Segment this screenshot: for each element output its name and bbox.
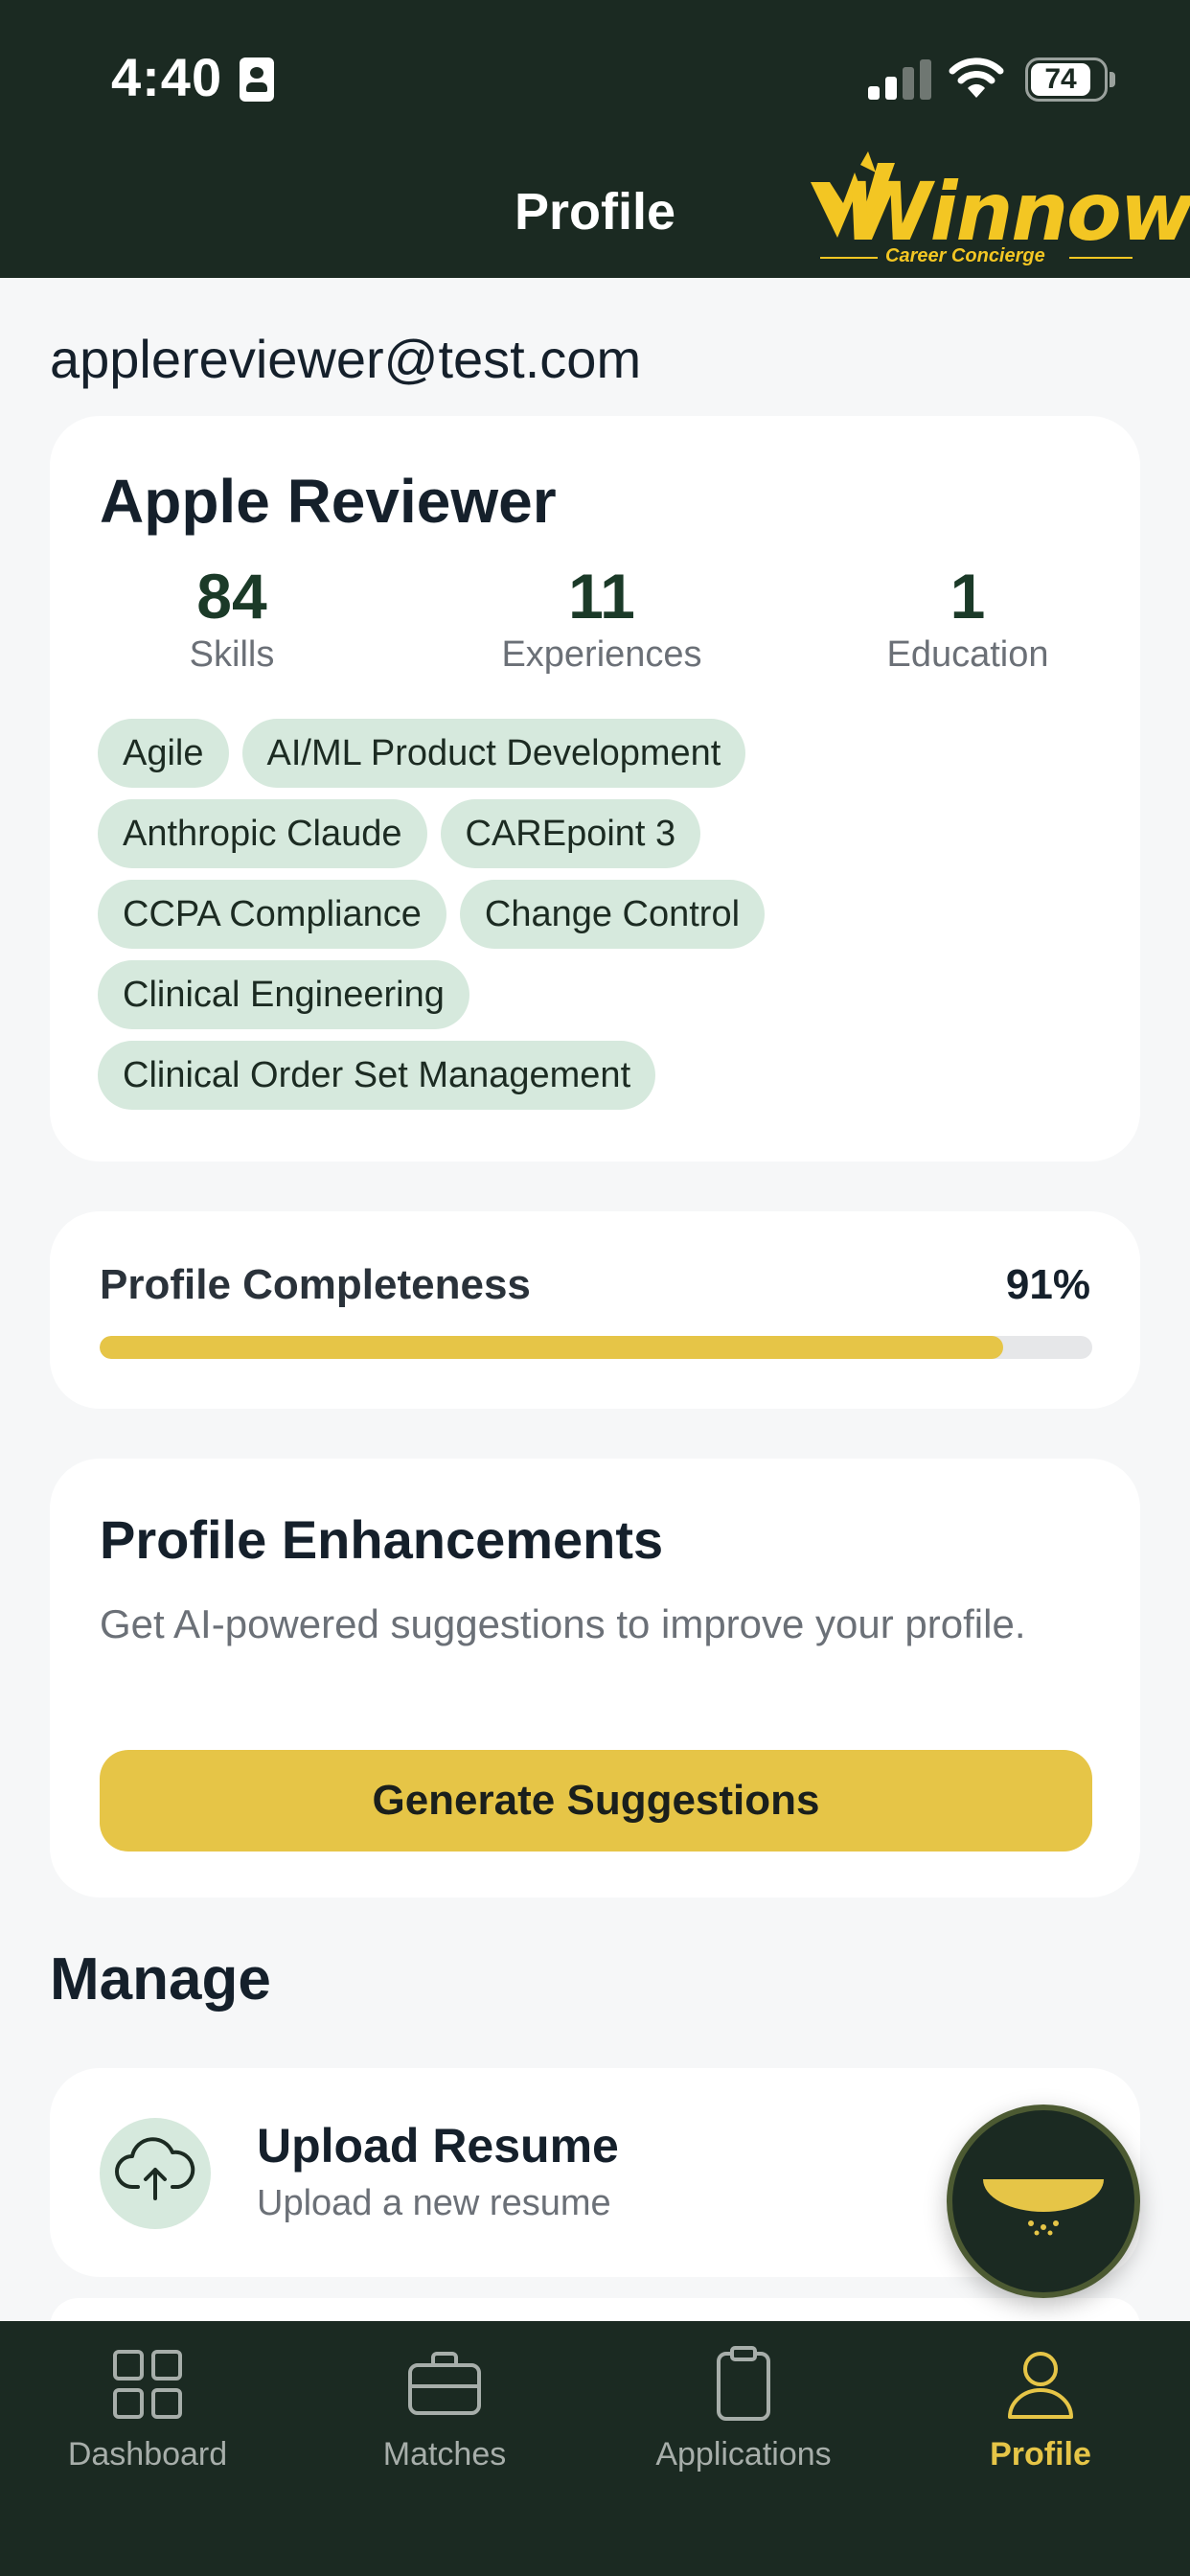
- user-email: applereviewer@test.com: [50, 329, 642, 389]
- stat-label: Experiences: [501, 634, 702, 675]
- battery-level: 74: [1044, 63, 1077, 95]
- bottom-tab-bar: Dashboard Matches Applications Profile: [0, 2321, 1190, 2576]
- skill-tag[interactable]: CAREpoint 3: [440, 799, 701, 868]
- logo-tagline: Career Concierge: [885, 245, 1045, 266]
- skill-tag[interactable]: Anthropic Claude: [98, 799, 427, 868]
- profile-summary-card: Apple Reviewer 84 Skills 11 Experiences …: [50, 416, 1140, 1162]
- profile-enhancements-card: Profile Enhancements Get AI-powered sugg…: [50, 1459, 1140, 1898]
- battery-nub: [1110, 72, 1115, 87]
- bowl-icon: [983, 2179, 1104, 2236]
- completeness-value: 91%: [1005, 1261, 1090, 1308]
- cloud-upload-icon: [100, 2118, 211, 2229]
- stat-label: Skills: [189, 634, 275, 675]
- tag-row: Clinical Order Set Management: [98, 1041, 1104, 1110]
- skill-tag[interactable]: Clinical Engineering: [98, 960, 469, 1029]
- tag-row: Anthropic Claude CAREpoint 3: [98, 799, 1104, 868]
- stat-education: 1 Education: [824, 560, 1111, 676]
- stat-value: 11: [568, 561, 635, 632]
- wifi-icon: [949, 58, 1004, 98]
- contact-card-icon: [240, 58, 274, 102]
- cellular-signal-icon: [868, 59, 931, 100]
- completeness-progress-fill: [100, 1336, 1003, 1359]
- manage-heading: Manage: [50, 1946, 271, 2012]
- upload-resume-subtitle: Upload a new resume: [257, 2183, 611, 2223]
- stat-skills: 84 Skills: [88, 560, 376, 676]
- stat-experiences: 11 Experiences: [458, 560, 745, 676]
- tab-label: Dashboard: [67, 2436, 228, 2472]
- profile-name: Apple Reviewer: [100, 467, 557, 536]
- tab-profile[interactable]: Profile: [897, 2346, 1184, 2473]
- app-root: 4:40 74 Profile Winnow Career Concierge …: [0, 0, 1190, 2576]
- enhancements-description: Get AI-powered suggestions to improve yo…: [100, 1601, 1026, 1646]
- concierge-fab-button[interactable]: [947, 2104, 1140, 2298]
- skill-tags: Agile AI/ML Product Development Anthropi…: [98, 719, 1104, 1121]
- clipboard-icon: [717, 2346, 770, 2421]
- person-icon: [1008, 2352, 1073, 2419]
- tab-matches[interactable]: Matches: [301, 2346, 588, 2473]
- grid-icon: [113, 2350, 182, 2419]
- enhancements-title: Profile Enhancements: [100, 1509, 664, 1570]
- app-logo: Winnow Career Concierge: [801, 144, 1190, 270]
- completeness-progress-bar: [100, 1336, 1092, 1359]
- skill-tag[interactable]: Clinical Order Set Management: [98, 1041, 656, 1110]
- tag-row: CCPA Compliance Change Control: [98, 880, 1104, 949]
- tab-label: Matches: [382, 2436, 507, 2472]
- tab-applications[interactable]: Applications: [600, 2346, 887, 2473]
- completeness-label: Profile Completeness: [100, 1261, 531, 1308]
- tab-label: Applications: [655, 2436, 832, 2472]
- skill-tag[interactable]: CCPA Compliance: [98, 880, 446, 949]
- skill-tag[interactable]: AI/ML Product Development: [241, 719, 746, 788]
- header-bar: 4:40 74 Profile Winnow Career Concierge: [0, 0, 1190, 278]
- profile-completeness-card: Profile Completeness 91%: [50, 1211, 1140, 1409]
- stat-value: 1: [950, 561, 986, 632]
- battery-icon: 74: [1025, 58, 1108, 102]
- tag-row: Agile AI/ML Product Development: [98, 719, 1104, 788]
- upload-resume-title: Upload Resume: [257, 2119, 619, 2173]
- skill-tag[interactable]: Change Control: [459, 880, 766, 949]
- stat-label: Education: [886, 634, 1049, 675]
- generate-suggestions-button[interactable]: Generate Suggestions: [100, 1750, 1092, 1852]
- stat-value: 84: [196, 561, 267, 632]
- tag-row: Clinical Engineering: [98, 960, 1104, 1029]
- status-time: 4:40: [111, 47, 223, 107]
- briefcase-icon: [408, 2352, 481, 2415]
- skill-tag[interactable]: Agile: [98, 719, 229, 788]
- tab-label: Profile: [990, 2436, 1091, 2472]
- tab-dashboard[interactable]: Dashboard: [4, 2346, 291, 2473]
